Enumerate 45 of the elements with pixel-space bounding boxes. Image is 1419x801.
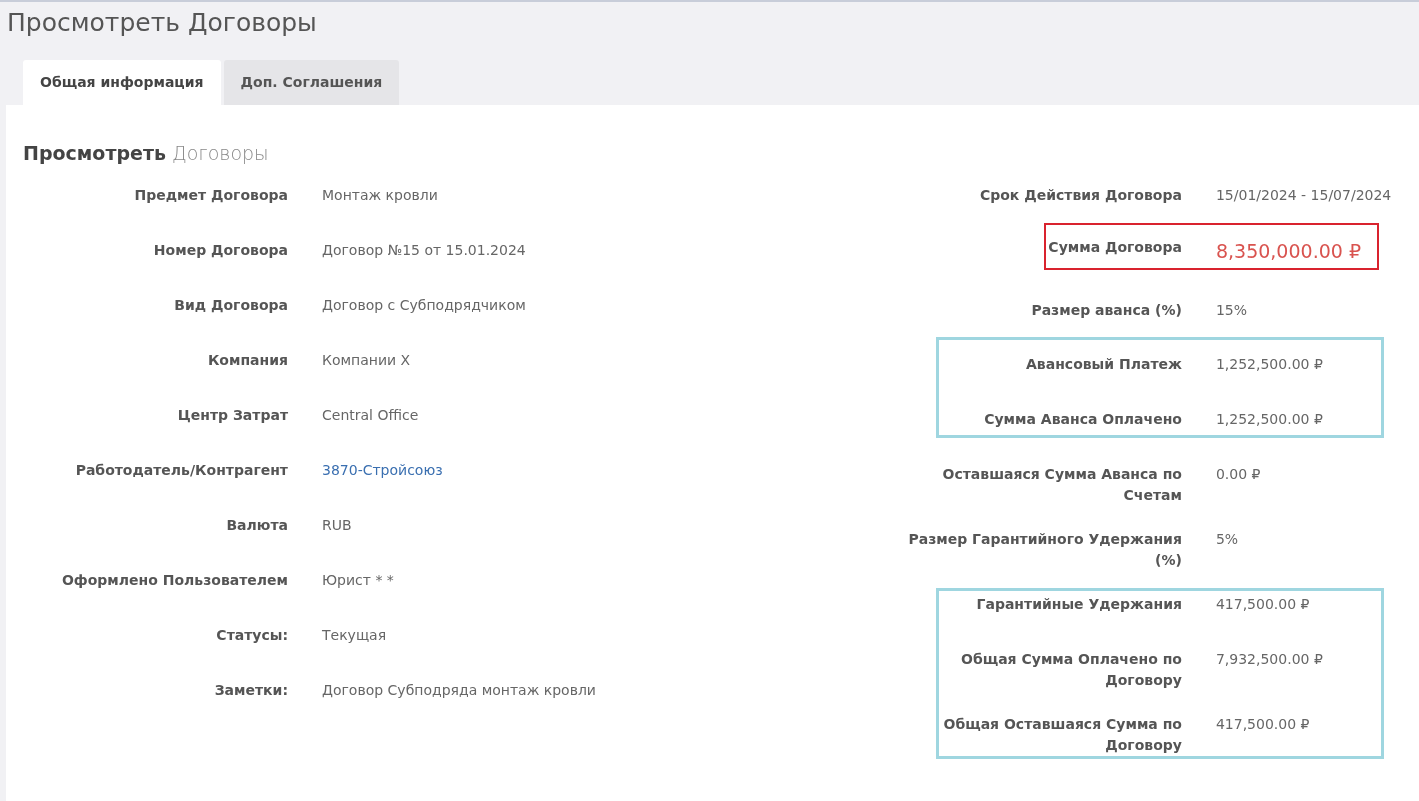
field-label: Заметки: [214, 681, 288, 698]
field-label: Сумма Аванса Оплачено [984, 410, 1182, 427]
field-value: Договор №15 от 15.01.2024 [322, 241, 526, 258]
field-label: Оформлено Пользователем [61, 571, 288, 588]
field-label: Размер аванса (%) [1031, 301, 1182, 318]
field-value: Договор Субподряда монтаж кровли [322, 681, 596, 698]
field-label: Номер Договора [153, 241, 288, 258]
field-value: 1,252,500.00 ₽ [1215, 355, 1323, 372]
field-label: Компания [207, 351, 288, 368]
page-title: Просмотреть Договоры [7, 7, 317, 39]
field-label: Авансовый Платеж [1026, 355, 1182, 372]
field-label: Размер Гарантийного Удержания (%) [908, 530, 1182, 568]
field-value: 417,500.00 ₽ [1215, 595, 1310, 612]
field-value: Компании X [322, 351, 411, 368]
field-value: 417,500.00 ₽ [1215, 715, 1310, 732]
field-label: Общая Оставшаяся Сумма по Договору [943, 715, 1182, 753]
tab[interactable]: Доп. Соглашения [223, 60, 400, 105]
field-label: Валюта [226, 516, 288, 533]
field-value: 8,350,000.00 ₽ [1215, 239, 1361, 262]
field-label: Статусы: [216, 626, 288, 643]
field-value: Договор с Субподрядчиком [322, 296, 526, 313]
field-label: Общая Сумма Оплачено по Договору [961, 650, 1182, 688]
field-label: Центр Затрат [177, 406, 288, 423]
field-label: Работодатель/Контрагент [75, 461, 288, 478]
field-value: 7,932,500.00 ₽ [1215, 650, 1323, 667]
field-label: Предмет Договора [134, 186, 288, 203]
field-value: 15/01/2024 - 15/07/2024 [1215, 186, 1392, 203]
field-value: 15% [1215, 301, 1248, 318]
field-label: Вид Договора [174, 296, 288, 313]
contractor-link[interactable]: 3870-Стройсоюз [322, 461, 443, 478]
field-value: 1,252,500.00 ₽ [1215, 410, 1323, 427]
field-value: Монтаж кровли [322, 186, 438, 203]
field-label: Гарантийные Удержания [976, 595, 1182, 612]
field-label: Оставшаяся Сумма Аванса по Счетам [942, 465, 1182, 503]
field-value: Central Office [322, 406, 419, 423]
field-value: RUB [322, 516, 352, 533]
field-label: Срок Действия Договора [979, 186, 1182, 203]
tab[interactable]: Общая информация [23, 60, 221, 105]
field-value: Текущая [322, 626, 387, 643]
field-value: 5% [1215, 530, 1239, 547]
field-label: Сумма Договора [1048, 238, 1182, 255]
field-value: 0.00 ₽ [1215, 465, 1261, 482]
field-value: Юрист * * [322, 571, 394, 588]
panel-title: Просмотреть [23, 141, 166, 166]
panel-subtitle: Договоры [171, 141, 269, 166]
